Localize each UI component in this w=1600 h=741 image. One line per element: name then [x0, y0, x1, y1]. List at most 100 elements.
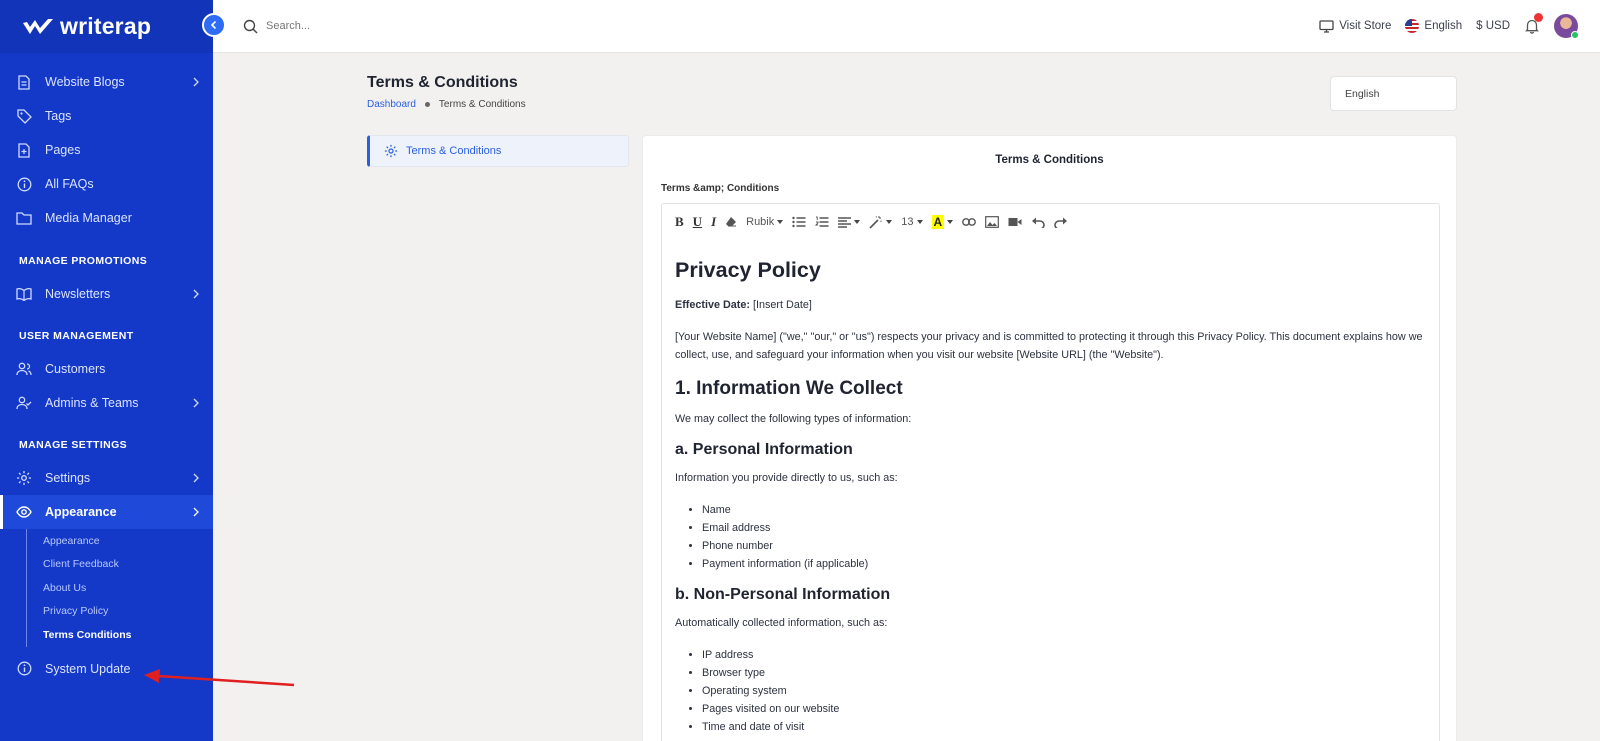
notifications-button[interactable]: [1524, 13, 1543, 34]
gear-icon: [16, 470, 32, 486]
list-item: Phone number: [702, 537, 1426, 555]
numbered-list-icon: [815, 216, 829, 228]
sidebar-nav: Website Blogs Tags Pages All FAQs Media …: [0, 65, 213, 686]
sidebar-item-all-faqs[interactable]: All FAQs: [0, 167, 213, 201]
sidebar-item-customers[interactable]: Customers: [0, 352, 213, 386]
undo-button[interactable]: [1031, 213, 1045, 231]
align-left-icon: [838, 216, 852, 228]
sidebar-item-system-update[interactable]: System Update: [0, 652, 213, 686]
doc-heading-non-personal-information: b. Non-Personal Information: [675, 586, 891, 603]
effective-date-label: Effective Date:: [675, 299, 751, 311]
sidebar-item-label: Newsletters: [45, 287, 111, 301]
topbar: Visit Store English $ USD: [213, 0, 1600, 53]
list-item: Operating system: [702, 682, 1426, 700]
search-input[interactable]: [266, 20, 446, 32]
list-item: Payment information (if applicable): [702, 555, 1426, 573]
unordered-list-button[interactable]: [792, 213, 806, 231]
personal-info-list: Name Email address Phone number Payment …: [702, 501, 1426, 573]
video-icon: [1008, 218, 1022, 226]
avatar[interactable]: [1554, 14, 1579, 39]
user-check-icon: [16, 395, 32, 411]
insert-video-button[interactable]: [1008, 213, 1022, 231]
card-title: Terms & Conditions: [995, 154, 1104, 166]
search-bar[interactable]: [243, 19, 446, 34]
notification-badge: [1534, 13, 1543, 22]
submenu-item-client-feedback[interactable]: Client Feedback: [27, 553, 213, 577]
insert-image-button[interactable]: [985, 213, 1000, 231]
sidebar-item-label: Media Manager: [45, 211, 132, 225]
bold-button[interactable]: B: [675, 213, 684, 231]
sidebar-item-appearance[interactable]: Appearance: [0, 495, 213, 529]
online-status-dot: [1571, 31, 1579, 39]
editor-toolbar: B U I Rubik 13 A: [662, 204, 1439, 240]
sidebar-item-label: Customers: [45, 362, 106, 376]
sidebar-item-settings[interactable]: Settings: [0, 461, 213, 495]
undo-icon: [1032, 217, 1045, 228]
visit-store-link[interactable]: Visit Store: [1319, 19, 1392, 33]
sidebar-collapse-button[interactable]: [202, 13, 226, 37]
ordered-list-button[interactable]: [815, 213, 829, 231]
submenu-item-appearance[interactable]: Appearance: [27, 529, 213, 553]
sidebar-item-admins-teams[interactable]: Admins & Teams: [0, 386, 213, 420]
sidebar-item-media-manager[interactable]: Media Manager: [0, 201, 213, 235]
rich-text-editor[interactable]: B U I Rubik 13 A Privacy Policy Effectiv…: [661, 203, 1440, 741]
terms-editor-card: Terms & Conditions Terms &amp; Condition…: [642, 135, 1457, 741]
language-switcher[interactable]: English: [1405, 19, 1462, 33]
align-dropdown[interactable]: [838, 213, 861, 231]
submenu-item-privacy-policy[interactable]: Privacy Policy: [27, 600, 213, 624]
submenu-item-terms-conditions[interactable]: Terms Conditions: [27, 623, 213, 647]
font-family-value: Rubik: [746, 216, 775, 228]
submenu-item-about-us[interactable]: About Us: [27, 576, 213, 600]
italic-button[interactable]: I: [711, 213, 716, 231]
list-item: IP address: [702, 646, 1426, 664]
link-icon: [962, 218, 977, 226]
eraser-icon: [726, 217, 737, 227]
sidebar-item-label: Tags: [45, 109, 72, 123]
brand[interactable]: writerap: [0, 0, 213, 53]
folder-icon: [16, 210, 32, 226]
effective-date-value: [Insert Date]: [750, 299, 812, 311]
image-icon: [985, 216, 1000, 228]
editor-content[interactable]: Privacy Policy Effective Date: [Insert D…: [662, 240, 1439, 736]
underline-button[interactable]: U: [693, 213, 702, 231]
personal-intro-paragraph: Information you provide directly to us, …: [675, 472, 898, 484]
redo-button[interactable]: [1054, 213, 1068, 231]
list-item: Pages visited on our website: [702, 700, 1426, 718]
currency-label: $ USD: [1476, 20, 1510, 32]
chevron-right-icon: [193, 77, 199, 87]
section-manage-promotions: MANAGE PROMOTIONS: [19, 255, 148, 267]
language-label: English: [1424, 20, 1463, 32]
chevron-right-icon: [193, 473, 199, 483]
writerap-logo-icon: [23, 18, 53, 34]
search-icon: [243, 19, 258, 34]
chevron-right-icon: [193, 289, 199, 299]
sidebar-item-label: Settings: [45, 471, 91, 485]
content-language-select[interactable]: English: [1330, 76, 1457, 111]
section-user-management: USER MANAGEMENT: [19, 330, 134, 342]
currency-switcher[interactable]: $ USD: [1476, 20, 1510, 32]
eye-icon: [16, 504, 32, 520]
magic-format-button[interactable]: [869, 213, 893, 231]
tab-terms-conditions[interactable]: Terms & Conditions: [367, 135, 629, 167]
sidebar-item-newsletters[interactable]: Newsletters: [0, 277, 213, 311]
insert-link-button[interactable]: [962, 213, 977, 231]
sidebar: writerap Website Blogs Tags Pages All FA…: [0, 0, 213, 741]
sidebar-item-pages[interactable]: Pages: [0, 133, 213, 167]
us-flag-icon: [1405, 19, 1420, 33]
eraser-button[interactable]: [725, 213, 737, 231]
sidebar-item-website-blogs[interactable]: Website Blogs: [0, 65, 213, 99]
list-item: Name: [702, 501, 1426, 519]
users-icon: [16, 361, 32, 377]
font-size-dropdown[interactable]: 13: [901, 213, 923, 231]
page-title: Terms & Conditions: [367, 74, 518, 91]
doc-heading-1: Privacy Policy: [675, 258, 821, 282]
highlight-color-dropdown[interactable]: A: [931, 213, 954, 231]
visit-store-label: Visit Store: [1339, 20, 1392, 32]
caret-down-icon: [854, 220, 861, 224]
chevron-left-icon: [210, 20, 217, 30]
breadcrumb-dashboard-link[interactable]: Dashboard: [367, 99, 416, 110]
font-family-dropdown[interactable]: Rubik: [746, 213, 784, 231]
field-label: Terms &amp; Conditions: [661, 183, 780, 194]
sidebar-item-tags[interactable]: Tags: [0, 99, 213, 133]
effective-date-paragraph: Effective Date: [Insert Date]: [675, 296, 1426, 314]
